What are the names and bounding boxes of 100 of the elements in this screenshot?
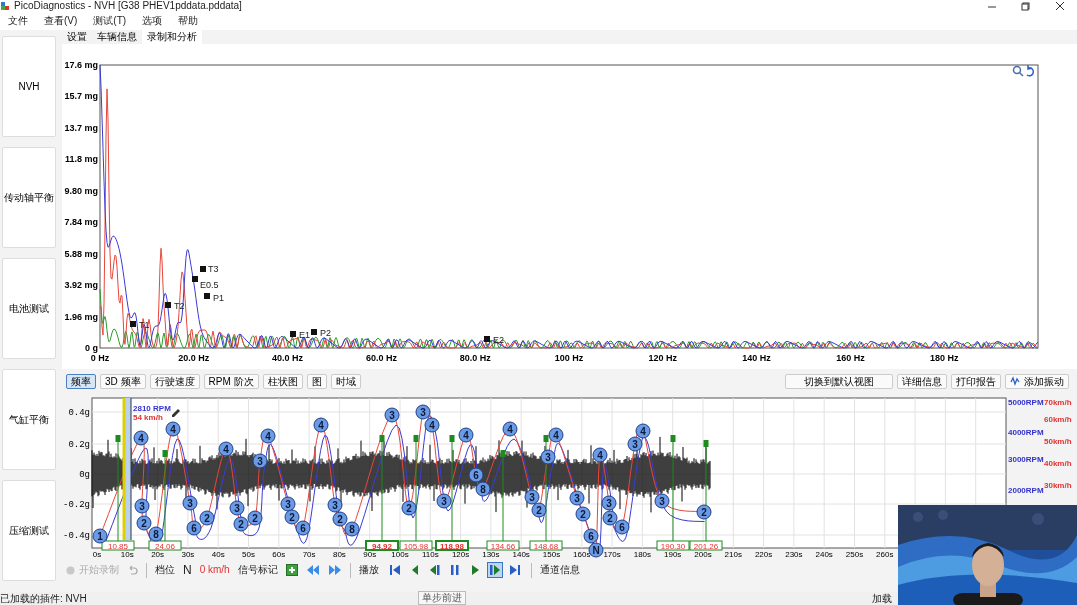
menu-item[interactable]: 测试(T) <box>93 15 127 27</box>
axis-label: 80.0 Hz <box>459 353 491 363</box>
axis-label: 40.0 Hz <box>272 353 304 363</box>
numbered-marker: 1 <box>92 528 108 544</box>
marker-square-icon[interactable] <box>165 302 171 308</box>
marker-square-icon[interactable] <box>311 329 317 335</box>
tab[interactable]: 录制和分析 <box>142 30 202 44</box>
axis-label: 80s <box>332 550 346 559</box>
numbered-marker: 2 <box>284 509 300 525</box>
axis-label: 150s <box>542 550 561 559</box>
numbered-marker: 2 <box>247 510 263 526</box>
axis-label: 260s <box>876 550 894 559</box>
numbered-marker: 2 <box>199 510 215 526</box>
axis-label: 0g <box>79 470 90 480</box>
pencil-icon[interactable] <box>172 409 180 417</box>
menu-item[interactable]: 查看(V) <box>44 15 78 27</box>
axis-label: 180s <box>633 550 652 559</box>
double-left-arrow-icon[interactable] <box>305 564 320 576</box>
axis-label: 140 Hz <box>742 353 771 363</box>
tab[interactable]: 车辆信息 <box>92 30 142 44</box>
marker-label: P2 <box>320 328 331 338</box>
sidebar-button[interactable]: 电池测试 <box>2 258 56 359</box>
sidebar-button[interactable]: 气缸平衡 <box>2 369 56 470</box>
toolbar-button[interactable]: 添加振动 <box>1005 373 1069 389</box>
record-icon <box>66 565 75 575</box>
view-tab[interactable]: 频率 <box>66 373 96 389</box>
numbered-marker: 3 <box>327 497 343 513</box>
axis-label: -0.4g <box>63 531 90 541</box>
axis-label: 13.7 mg <box>64 122 98 133</box>
skip-start-icon <box>387 563 402 577</box>
numbered-marker: 2 <box>332 511 348 527</box>
numbered-marker: 3 <box>540 449 556 465</box>
double-right-arrow-icon[interactable] <box>327 564 342 576</box>
sidebar-button[interactable]: 压缩测试 <box>2 480 56 581</box>
numbered-marker: 2 <box>575 506 591 522</box>
numbered-marker: 4 <box>502 421 518 437</box>
marker-square-icon[interactable] <box>290 331 296 337</box>
undo-icon[interactable] <box>1026 64 1035 77</box>
gear-value: N <box>183 562 192 578</box>
axis-label: 70km/h <box>1044 398 1072 407</box>
view-tab[interactable]: 图 <box>306 373 327 389</box>
axis-label: 4000RPM <box>1008 428 1044 437</box>
sidebar-button[interactable]: NVH <box>2 36 56 137</box>
axis-label: 50km/h <box>1044 437 1072 446</box>
axis-label: 120 Hz <box>648 353 678 363</box>
numbered-marker: 4 <box>313 417 329 433</box>
axis-label: 7.84 mg <box>64 217 98 228</box>
axis-label: 0 g <box>85 343 98 353</box>
transport-button[interactable] <box>486 562 503 578</box>
numbered-marker: 2 <box>401 500 417 516</box>
axis-label: 60.0 Hz <box>365 353 397 363</box>
axis-label: 200s <box>694 550 712 559</box>
speed-reading: 54 km/h <box>133 413 163 422</box>
toolbar-button[interactable]: 打印报告 <box>951 373 1001 389</box>
view-tab[interactable]: 3D 频率 <box>100 373 146 389</box>
numbered-marker: 6 <box>614 519 630 535</box>
marker-square-icon[interactable] <box>200 266 206 272</box>
sidebar-button[interactable]: 传动轴平衡 <box>2 147 56 248</box>
axis-label: 60s <box>272 550 286 559</box>
marker-label: P1 <box>213 293 224 303</box>
toolbar-button[interactable]: 详细信息 <box>897 373 947 389</box>
numbered-marker: 3 <box>229 500 245 516</box>
axis-label: 0.2g <box>68 440 90 450</box>
numbered-marker: 4 <box>592 447 608 463</box>
numbered-marker: 3 <box>569 490 585 506</box>
tooltip: 单步前进 <box>418 591 466 605</box>
menu-item[interactable]: 文件 <box>8 15 28 27</box>
numbered-marker: 3 <box>415 404 431 420</box>
numbered-marker: 8 <box>344 521 360 537</box>
menu-item[interactable]: 帮助 <box>178 15 199 27</box>
axis-label: 210s <box>724 550 742 559</box>
marker-square-icon[interactable] <box>484 336 490 342</box>
window-title: PicoDiagnostics - NVH [G38 PHEV1pddata.pddata] <box>14 0 242 12</box>
view-tab[interactable]: 行驶速度 <box>149 373 200 389</box>
marker-square-icon[interactable] <box>204 293 210 299</box>
plus-icon[interactable] <box>285 564 298 576</box>
axis-label: 110s <box>421 550 439 559</box>
view-tab[interactable]: 时域 <box>330 373 361 389</box>
numbered-marker: 4 <box>165 421 181 437</box>
numbered-marker: 8 <box>475 481 491 497</box>
numbered-marker: 6 <box>295 520 311 536</box>
view-tab[interactable]: 柱状图 <box>262 373 303 389</box>
marker-square-icon[interactable] <box>192 276 198 282</box>
axis-label: 180 Hz <box>929 353 959 363</box>
axis-label: 11.8 mg <box>64 154 98 165</box>
channel-info-link[interactable]: 通道信息 <box>539 564 580 576</box>
numbered-marker: 6 <box>468 467 484 483</box>
axis-label: 230s <box>785 550 803 559</box>
axis-label: 3.92 mg <box>64 280 98 291</box>
time-cursor[interactable] <box>122 397 132 541</box>
toolbar-button[interactable]: 切换到默认视图 <box>785 373 893 389</box>
axis-label: 30s <box>181 550 195 559</box>
zoom-icon[interactable] <box>1012 65 1024 77</box>
axis-label: 1.96 mg <box>64 311 98 322</box>
tab[interactable]: 设置 <box>62 30 92 44</box>
menu-item[interactable]: 选项 <box>142 15 163 27</box>
status-text: 加载 <box>872 592 892 605</box>
marker-square-icon[interactable] <box>130 321 136 327</box>
numbered-marker: 3 <box>601 495 617 511</box>
view-tab[interactable]: RPM 阶次 <box>203 373 259 389</box>
